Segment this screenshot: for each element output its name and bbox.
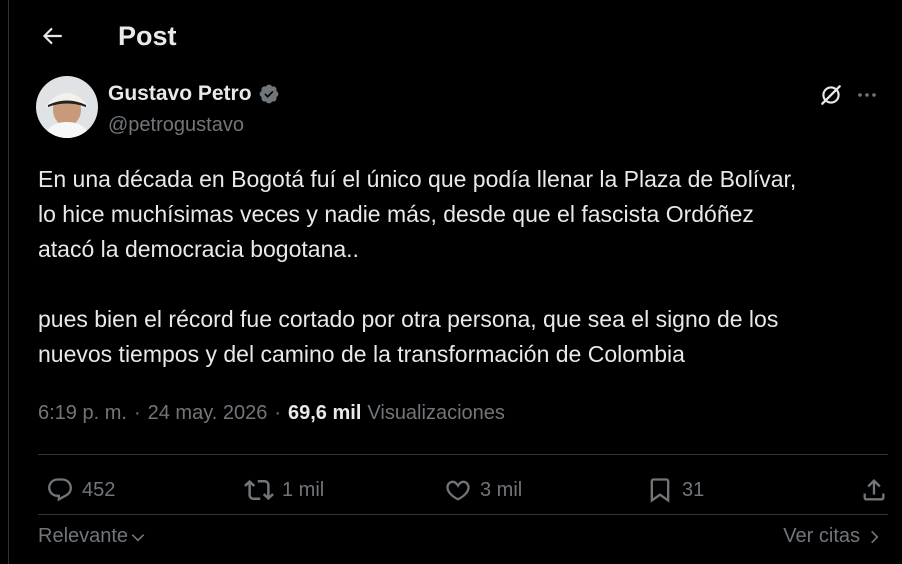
left-border — [0, 0, 9, 564]
views-label[interactable]: Visualizaciones — [367, 402, 505, 425]
repost-button[interactable]: 1 mil — [244, 468, 324, 512]
sort-dropdown[interactable]: Relevante — [38, 525, 146, 548]
post-paragraph: En una década en Bogotá fuí el único que… — [38, 166, 797, 262]
grok-button[interactable] — [816, 80, 846, 110]
view-quotes-link[interactable]: Ver citas — [783, 525, 882, 548]
chevron-right-icon — [871, 530, 879, 543]
post-paragraph: pues bien el récord fue cortado por otra… — [38, 306, 779, 367]
reply-button[interactable]: 452 — [46, 468, 115, 512]
action-bar: 452 1 mil 3 mil 31 — [38, 468, 888, 512]
verified-badge-icon — [259, 84, 278, 104]
chevron-down-icon — [131, 533, 145, 541]
bookmark-button[interactable]: 31 — [646, 468, 704, 512]
meta-separator: · — [274, 402, 281, 424]
views-count[interactable]: 69,6 mil — [288, 402, 361, 425]
share-icon — [863, 479, 885, 501]
replies-toolbar: Relevante Ver citas — [38, 522, 882, 552]
page-title: Post — [118, 20, 177, 51]
more-dots-icon — [858, 93, 876, 97]
author-name[interactable]: Gustavo Petro — [108, 82, 252, 106]
divider — [38, 454, 888, 455]
repost-count: 1 mil — [282, 478, 325, 501]
post-time[interactable]: 6:19 p. m. — [38, 402, 127, 425]
author-name-wrap: Gustavo Petro — [108, 82, 280, 106]
heart-icon — [446, 480, 470, 501]
post-header: Post — [20, 0, 902, 72]
like-button[interactable]: 3 mil — [444, 468, 522, 512]
bookmark-count: 31 — [682, 478, 705, 501]
post-date[interactable]: 24 may. 2026 — [148, 402, 268, 425]
divider — [38, 514, 888, 515]
avatar-image — [36, 76, 98, 138]
post-meta: 6:19 p. m. · 24 may. 2026 · 69,6 mil Vis… — [38, 402, 505, 425]
share-button[interactable] — [860, 468, 888, 512]
bookmark-icon — [650, 478, 670, 503]
quotes-label: Ver citas — [783, 525, 860, 547]
more-options-button[interactable] — [852, 80, 882, 110]
meta-separator: · — [133, 402, 141, 424]
grok-icon — [821, 85, 841, 105]
author-handle[interactable]: @petrogustavo — [108, 114, 244, 137]
reply-icon — [48, 478, 72, 502]
back-button[interactable] — [34, 18, 70, 54]
repost-icon — [244, 479, 274, 501]
avatar[interactable] — [36, 76, 98, 138]
post-text: En una década en Bogotá fuí el único que… — [38, 162, 888, 372]
like-count: 3 mil — [480, 478, 523, 501]
author-row: Gustavo Petro @petrogustavo — [36, 76, 882, 140]
sort-label: Relevante — [38, 525, 129, 547]
reply-count: 452 — [82, 478, 116, 501]
arrow-left-icon — [42, 27, 62, 45]
